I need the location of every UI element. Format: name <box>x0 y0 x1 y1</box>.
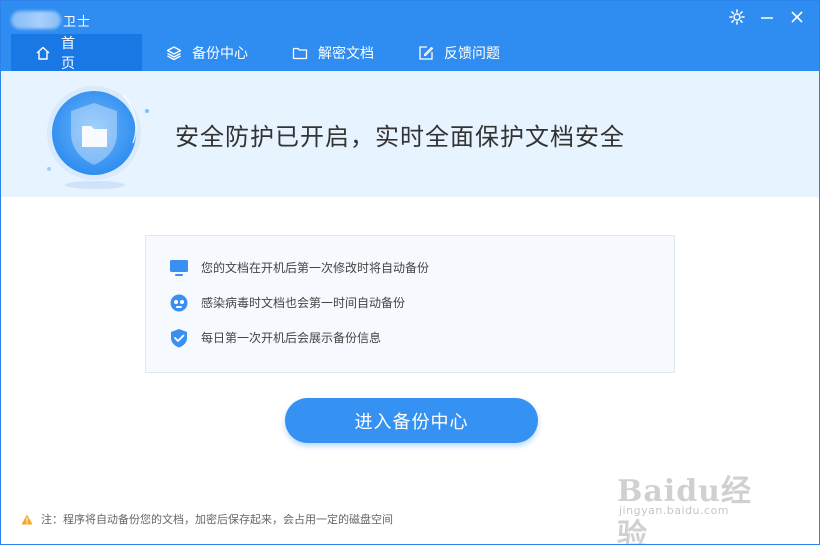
window-controls <box>725 5 809 29</box>
virus-icon <box>166 293 192 313</box>
close-icon <box>791 11 803 23</box>
enter-backup-center-button[interactable]: 进入备份中心 <box>285 398 538 443</box>
tab-home[interactable]: 首 页 <box>11 34 142 72</box>
feature-text: 您的文档在开机后第一次修改时将自动备份 <box>201 261 430 275</box>
app-window: 卫士 首 页 备份中心 解密文档 反馈问题 安全防护已开启，实时全面保护文档安全… <box>0 0 820 545</box>
minimize-icon <box>761 17 773 19</box>
tab-feedback[interactable]: 反馈问题 <box>394 34 520 71</box>
gear-icon <box>729 9 745 25</box>
footer-note: 注：程序将自动备份您的文档，加密后保存起来，会占用一定的磁盘空间 <box>21 511 393 527</box>
banner-headline: 安全防护已开启，实时全面保护文档安全 <box>175 123 625 151</box>
nav-tabs: 首 页 备份中心 解密文档 反馈问题 <box>11 34 520 72</box>
shield-check-icon <box>166 328 192 348</box>
footer-note-text: 注：程序将自动备份您的文档，加密后保存起来，会占用一定的磁盘空间 <box>41 513 393 526</box>
app-logo-blurred <box>11 11 61 29</box>
minimize-button[interactable] <box>755 5 779 29</box>
edit-icon <box>418 45 434 61</box>
tab-home-label: 首 页 <box>61 35 85 72</box>
tab-decrypt-docs-label: 解密文档 <box>318 45 374 62</box>
tab-backup-center-label: 备份中心 <box>192 45 248 62</box>
watermark-url: jingyan.baidu.com <box>619 504 730 517</box>
feature-text: 感染病毒时文档也会第一时间自动备份 <box>201 296 406 310</box>
features-box: 您的文档在开机后第一次修改时将自动备份 感染病毒时文档也会第一时间自动备份 每日… <box>145 235 675 373</box>
shield-folder-icon <box>37 81 157 191</box>
close-button[interactable] <box>785 5 809 29</box>
window-title: 卫士 <box>11 9 91 31</box>
feature-item: 每日第一次开机后会展示备份信息 <box>166 320 674 355</box>
monitor-icon <box>166 259 192 277</box>
status-banner: 安全防护已开启，实时全面保护文档安全 <box>1 71 819 197</box>
folder-icon <box>292 45 308 61</box>
tab-decrypt-docs[interactable]: 解密文档 <box>268 34 394 71</box>
tab-backup-center[interactable]: 备份中心 <box>142 34 268 71</box>
settings-button[interactable] <box>725 5 749 29</box>
feature-item: 感染病毒时文档也会第一时间自动备份 <box>166 285 674 320</box>
feature-item: 您的文档在开机后第一次修改时将自动备份 <box>166 250 674 285</box>
title-bar: 卫士 首 页 备份中心 解密文档 反馈问题 <box>1 1 819 72</box>
tab-feedback-label: 反馈问题 <box>444 45 500 62</box>
home-icon <box>35 45 51 61</box>
feature-text: 每日第一次开机后会展示备份信息 <box>201 331 382 345</box>
layers-icon <box>166 45 182 61</box>
watermark: Baidu经验 jingyan.baidu.com <box>617 466 777 544</box>
window-title-text: 卫士 <box>63 14 92 30</box>
warning-icon <box>21 514 33 525</box>
